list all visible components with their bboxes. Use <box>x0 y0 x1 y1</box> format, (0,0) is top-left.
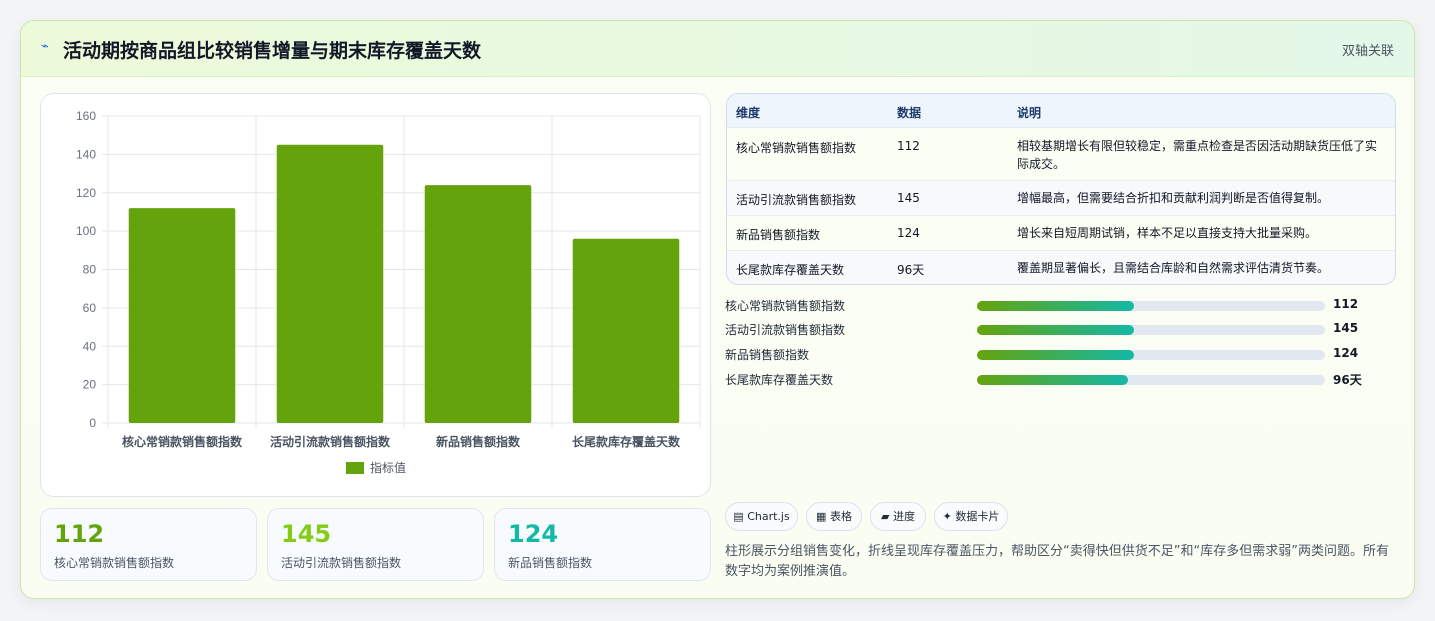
stat-card-new: 124 新品销售额指数 <box>494 508 711 581</box>
progress-label: 核心常销款销售额指数 <box>725 299 846 313</box>
y-tick-label: 140 <box>76 147 96 161</box>
progress-row-longtail: 长尾款库存覆盖天数 96天 <box>725 370 1385 388</box>
y-tick-label: 120 <box>76 186 96 200</box>
table-cell-dimension: 活动引流款销售额指数 <box>736 193 857 207</box>
stat-value: 112 <box>54 520 105 548</box>
y-tick-label: 20 <box>83 378 97 392</box>
progress-label: 新品销售额指数 <box>725 348 810 362</box>
bar <box>572 238 680 423</box>
stat-label: 活动引流款销售额指数 <box>281 556 402 570</box>
pill-data-card[interactable]: ✦ 数据卡片 <box>934 502 1008 531</box>
progress-track <box>977 301 1325 311</box>
progress-row-core: 核心常销款销售额指数 112 <box>725 296 1385 314</box>
table-header-dimension: 维度 <box>736 106 761 120</box>
bar <box>128 208 236 423</box>
table-row: 新品销售额指数 124 增长来自短周期试销，样本不足以直接支持大批量采购。 <box>727 215 1395 250</box>
lightning-icon: ⌁ <box>41 39 49 54</box>
table-cell-dimension: 核心常销款销售额指数 <box>736 141 857 155</box>
data-table: 维度 数据 说明 核心常销款销售额指数 112 相较基期增长有限但较稳定，需重点… <box>726 93 1396 285</box>
progress-fill <box>977 350 1134 360</box>
pill-table[interactable]: ▦ 表格 <box>806 502 862 531</box>
y-tick-label: 60 <box>83 301 97 315</box>
pill-label: 表格 <box>829 510 852 523</box>
y-tick-label: 80 <box>83 263 97 277</box>
dual-axis-label: 双轴关联 <box>1341 44 1394 59</box>
table-row: 长尾款库存覆盖天数 96天 覆盖期显著偏长，且需结合库龄和自然需求评估清货节奏。 <box>727 250 1395 284</box>
card-title: 活动期按商品组比较销售增量与期末库存覆盖天数 <box>63 40 482 62</box>
stat-card-traffic: 145 活动引流款销售额指数 <box>267 508 484 581</box>
table-cell-value: 124 <box>897 226 920 240</box>
pill-chartjs[interactable]: ▤ Chart.js <box>725 502 798 531</box>
progress-track <box>977 325 1325 335</box>
table-cell-value: 112 <box>897 139 920 153</box>
bar-chart-svg: 0 20 40 60 80 100 120 140 160 核心常销款销售额指数 活动引流款销售额指… <box>76 109 701 475</box>
table-cell-description: 增幅最高，但需要结合折扣和贡献利润判断是否值得复制。 <box>1017 191 1330 205</box>
x-tick-label: 核心常销款销售额指数 <box>122 434 243 449</box>
legend-swatch <box>346 462 364 474</box>
stat-value: 145 <box>281 520 332 548</box>
table-header-row: 维度 数据 说明 <box>727 94 1395 127</box>
stat-value: 124 <box>508 520 559 548</box>
card-icon: ✦ <box>942 510 952 523</box>
table-cell-value: 96天 <box>897 263 925 277</box>
pill-label: Chart.js <box>747 510 790 523</box>
progress-row-traffic: 活动引流款销售额指数 145 <box>725 320 1385 338</box>
dashboard-card: ⌁ 活动期按商品组比较销售增量与期末库存覆盖天数 双轴关联 0 20 40 60 80 1… <box>20 20 1415 599</box>
pill-progress[interactable]: ▰ 进度 <box>870 502 926 531</box>
x-tick-label: 新品销售额指数 <box>436 434 521 449</box>
progress-value: 145 <box>1333 321 1359 335</box>
progress-track <box>977 375 1325 385</box>
progress-value: 124 <box>1333 346 1359 360</box>
progress-value: 96天 <box>1333 373 1362 387</box>
progress-value: 112 <box>1333 297 1359 311</box>
bar <box>276 144 384 423</box>
card-header: ⌁ 活动期按商品组比较销售增量与期末库存覆盖天数 双轴关联 <box>21 21 1414 77</box>
table-row: 活动引流款销售额指数 145 增幅最高，但需要结合折扣和贡献利润判断是否值得复制… <box>727 180 1395 215</box>
table-row: 核心常销款销售额指数 112 相较基期增长有限但较稳定，需重点检查是否因活动期缺… <box>727 127 1395 180</box>
x-tick-label: 活动引流款销售额指数 <box>270 434 391 449</box>
stat-card-core: 112 核心常销款销售额指数 <box>40 508 257 581</box>
progress-fill <box>977 301 1134 311</box>
table-cell-description: 相较基期增长有限但较稳定，需重点检查是否因活动期缺货压低了实际成交。 <box>1017 139 1378 171</box>
table-cell-value: 145 <box>897 191 920 205</box>
stat-label: 核心常销款销售额指数 <box>54 556 175 570</box>
table-header-description: 说明 <box>1017 106 1042 120</box>
progress-row-new: 新品销售额指数 124 <box>725 345 1385 363</box>
table-header-data: 数据 <box>897 106 922 120</box>
stat-label: 新品销售额指数 <box>508 556 593 570</box>
table-cell-description: 覆盖期显著偏长，且需结合库龄和自然需求评估清货节奏。 <box>1017 261 1330 275</box>
y-tick-label: 160 <box>76 109 96 123</box>
chart-icon: ▤ <box>733 510 744 523</box>
table-icon: ▦ <box>816 510 827 523</box>
progress-label: 长尾款库存覆盖天数 <box>725 373 834 387</box>
table-cell-dimension: 长尾款库存覆盖天数 <box>736 263 845 277</box>
table-cell-description: 增长来自短周期试销，样本不足以直接支持大批量采购。 <box>1017 226 1318 240</box>
pill-label: 进度 <box>892 510 915 523</box>
progress-fill <box>977 325 1134 335</box>
progress-track <box>977 350 1325 360</box>
y-tick-label: 100 <box>76 224 96 238</box>
table-cell-dimension: 新品销售额指数 <box>736 228 821 242</box>
x-tick-label: 长尾款库存覆盖天数 <box>572 434 681 449</box>
legend-label: 指标值 <box>370 460 406 475</box>
progress-icon: ▰ <box>881 510 890 523</box>
pill-label: 数据卡片 <box>955 510 1000 523</box>
y-tick-label: 40 <box>83 339 97 353</box>
bar <box>424 185 532 423</box>
chart-note: 柱形展示分组销售变化，折线呈现库存覆盖压力，帮助区分“卖得快但供货不足”和“库存… <box>725 544 1389 579</box>
progress-label: 活动引流款销售额指数 <box>725 323 846 337</box>
bar-chart: 0 20 40 60 80 100 120 140 160 核心常销款销售额指数 活动引流款销售额指… <box>40 93 711 497</box>
y-tick-label: 0 <box>89 416 96 430</box>
progress-fill <box>977 375 1129 385</box>
